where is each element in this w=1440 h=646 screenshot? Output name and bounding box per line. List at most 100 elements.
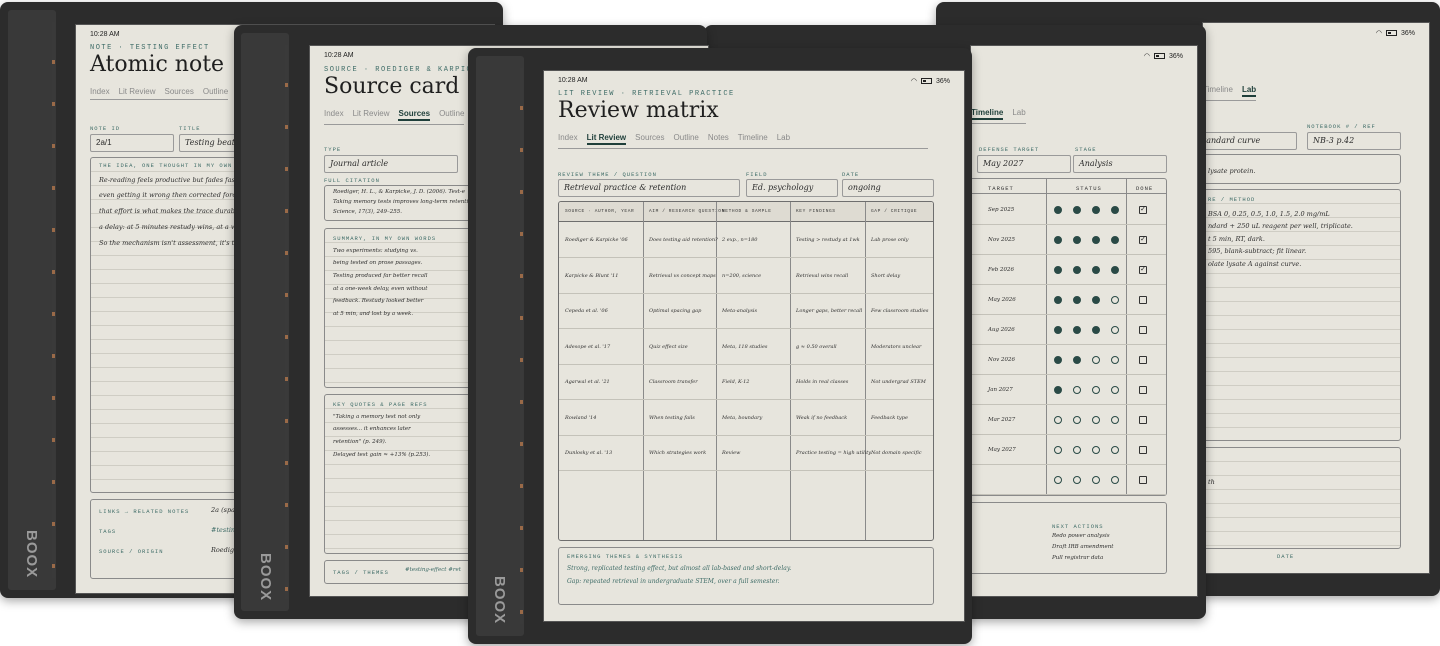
tab-notes[interactable]: Notes: [708, 133, 729, 145]
status-dot[interactable]: [1111, 386, 1119, 394]
tags-box[interactable]: TAGS / THEMES #testing-effect #ret: [324, 560, 474, 584]
date-field[interactable]: ongoing: [842, 179, 934, 197]
tab-index[interactable]: Index: [558, 133, 578, 145]
milestone-row[interactable]: Jan 2027: [971, 375, 1166, 405]
next-actions-box[interactable]: NEXT ACTIONS Redo power analysis Draft I…: [971, 502, 1167, 574]
citation-box[interactable]: Roediger, H. L., & Karpicke, J. D. (2006…: [324, 185, 475, 221]
matrix-row[interactable]: Dunlosky et al. '13 Which strategies work…: [559, 435, 933, 471]
status-dot[interactable]: [1054, 266, 1062, 274]
status-dot[interactable]: [1111, 326, 1119, 334]
done-checkbox[interactable]: [1139, 446, 1147, 454]
status-dot[interactable]: [1111, 476, 1119, 484]
status-dot[interactable]: [1111, 236, 1119, 244]
defense-field[interactable]: May 2027: [977, 155, 1071, 173]
tab-timeline[interactable]: Timeline: [738, 133, 768, 145]
status-dot[interactable]: [1054, 236, 1062, 244]
milestone-row[interactable]: Aug 2026: [971, 315, 1166, 345]
status-dot[interactable]: [1054, 296, 1062, 304]
milestone-row[interactable]: Nov 2025 ✓: [971, 225, 1166, 255]
status-dot[interactable]: [1092, 206, 1100, 214]
status-dot[interactable]: [1111, 296, 1119, 304]
status-dot[interactable]: [1111, 206, 1119, 214]
status-dot[interactable]: [1073, 416, 1081, 424]
milestone-row[interactable]: Nov 2026: [971, 345, 1166, 375]
tab-lit-review[interactable]: Lit Review: [119, 87, 156, 96]
matrix-row[interactable]: Cepeda et al. '06 Optimal spacing gap Meta…: [559, 293, 933, 329]
tab-sources[interactable]: Sources: [398, 109, 431, 121]
tab-outline[interactable]: Outline: [439, 109, 464, 121]
milestone-row[interactable]: [971, 465, 1166, 495]
stage-field[interactable]: Analysis: [1073, 155, 1167, 173]
matrix-row[interactable]: Roediger & Karpicke '06 Does testing aid …: [559, 222, 933, 258]
milestone-row[interactable]: Feb 2026 ✓: [971, 255, 1166, 285]
summary-box[interactable]: SUMMARY, IN MY OWN WORDS Two experiments…: [324, 228, 474, 388]
status-dot[interactable]: [1111, 266, 1119, 274]
theme-field[interactable]: Retrieval practice & retention: [558, 179, 740, 197]
protocol-title-field[interactable]: tandard curve: [1203, 132, 1297, 150]
matrix-row[interactable]: Karpicke & Blunt '11 Retrieval vs concept…: [559, 258, 933, 294]
status-dot[interactable]: [1111, 356, 1119, 364]
synthesis-box[interactable]: EMERGING THEMES & SYNTHESIS Strong, repl…: [558, 547, 934, 605]
done-checkbox[interactable]: [1139, 386, 1147, 394]
status-dot[interactable]: [1073, 236, 1081, 244]
status-dot[interactable]: [1054, 356, 1062, 364]
status-dot[interactable]: [1054, 476, 1062, 484]
status-dot[interactable]: [1054, 446, 1062, 454]
status-dot[interactable]: [1054, 206, 1062, 214]
status-dot[interactable]: [1054, 326, 1062, 334]
tab-sources[interactable]: Sources: [635, 133, 664, 145]
status-dot[interactable]: [1092, 386, 1100, 394]
done-checkbox[interactable]: [1139, 416, 1147, 424]
tab-index[interactable]: Index: [90, 87, 110, 96]
status-dot[interactable]: [1073, 296, 1081, 304]
tab-lab[interactable]: Lab: [777, 133, 790, 145]
tab-sources[interactable]: Sources: [164, 87, 193, 96]
tab-lab[interactable]: Lab: [1241, 85, 1257, 97]
done-checkbox[interactable]: [1139, 326, 1147, 334]
method-box[interactable]: RE / METHOD BSA 0, 0.25, 0.5, 1.0, 1.5, …: [1203, 189, 1401, 441]
status-dot[interactable]: [1073, 476, 1081, 484]
status-dot[interactable]: [1092, 296, 1100, 304]
status-dot[interactable]: [1073, 266, 1081, 274]
matrix-row[interactable]: Rowland '14 When testing fails Meta, bound…: [559, 400, 933, 436]
done-checkbox[interactable]: ✓: [1139, 206, 1147, 214]
field-field[interactable]: Ed. psychology: [746, 179, 838, 197]
tab-outline[interactable]: Outline: [674, 133, 699, 145]
tab-lit-review[interactable]: Lit Review: [353, 109, 390, 121]
status-dot[interactable]: [1073, 326, 1081, 334]
type-field[interactable]: Journal article: [324, 155, 458, 173]
tab-lit-review[interactable]: Lit Review: [586, 133, 627, 145]
done-checkbox[interactable]: ✓: [1139, 236, 1147, 244]
matrix-row[interactable]: Adesope et al. '17 Quiz effect size Meta, …: [559, 329, 933, 365]
milestone-row[interactable]: May 2027: [971, 435, 1166, 465]
tab-outline[interactable]: Outline: [203, 87, 228, 96]
milestone-row[interactable]: May 2026: [971, 285, 1166, 315]
note-id-field[interactable]: 2a/1: [90, 134, 174, 152]
status-dot[interactable]: [1073, 356, 1081, 364]
milestone-row[interactable]: Sep 2025 ✓: [971, 195, 1166, 225]
status-dot[interactable]: [1092, 326, 1100, 334]
milestone-row[interactable]: Mar 2027: [971, 405, 1166, 435]
status-dot[interactable]: [1073, 386, 1081, 394]
status-dot[interactable]: [1092, 356, 1100, 364]
done-checkbox[interactable]: [1139, 296, 1147, 304]
status-dot[interactable]: [1073, 206, 1081, 214]
status-dot[interactable]: [1054, 416, 1062, 424]
notebook-field[interactable]: NB-3 p.42: [1307, 132, 1401, 150]
tab-index[interactable]: Index: [324, 109, 344, 121]
status-dot[interactable]: [1111, 446, 1119, 454]
done-checkbox[interactable]: [1139, 356, 1147, 364]
status-dot[interactable]: [1092, 236, 1100, 244]
observations-box[interactable]: th: [1203, 447, 1401, 549]
status-dot[interactable]: [1111, 416, 1119, 424]
matrix-row[interactable]: Agarwal et al. '21 Classroom transfer Fiel…: [559, 364, 933, 400]
status-dot[interactable]: [1092, 446, 1100, 454]
tab-lab[interactable]: Lab: [1012, 108, 1025, 120]
status-dot[interactable]: [1054, 386, 1062, 394]
tab-timeline[interactable]: Timeline: [971, 108, 1004, 120]
status-dot[interactable]: [1092, 476, 1100, 484]
status-dot[interactable]: [1092, 266, 1100, 274]
done-checkbox[interactable]: ✓: [1139, 266, 1147, 274]
done-checkbox[interactable]: [1139, 476, 1147, 484]
status-dot[interactable]: [1073, 446, 1081, 454]
